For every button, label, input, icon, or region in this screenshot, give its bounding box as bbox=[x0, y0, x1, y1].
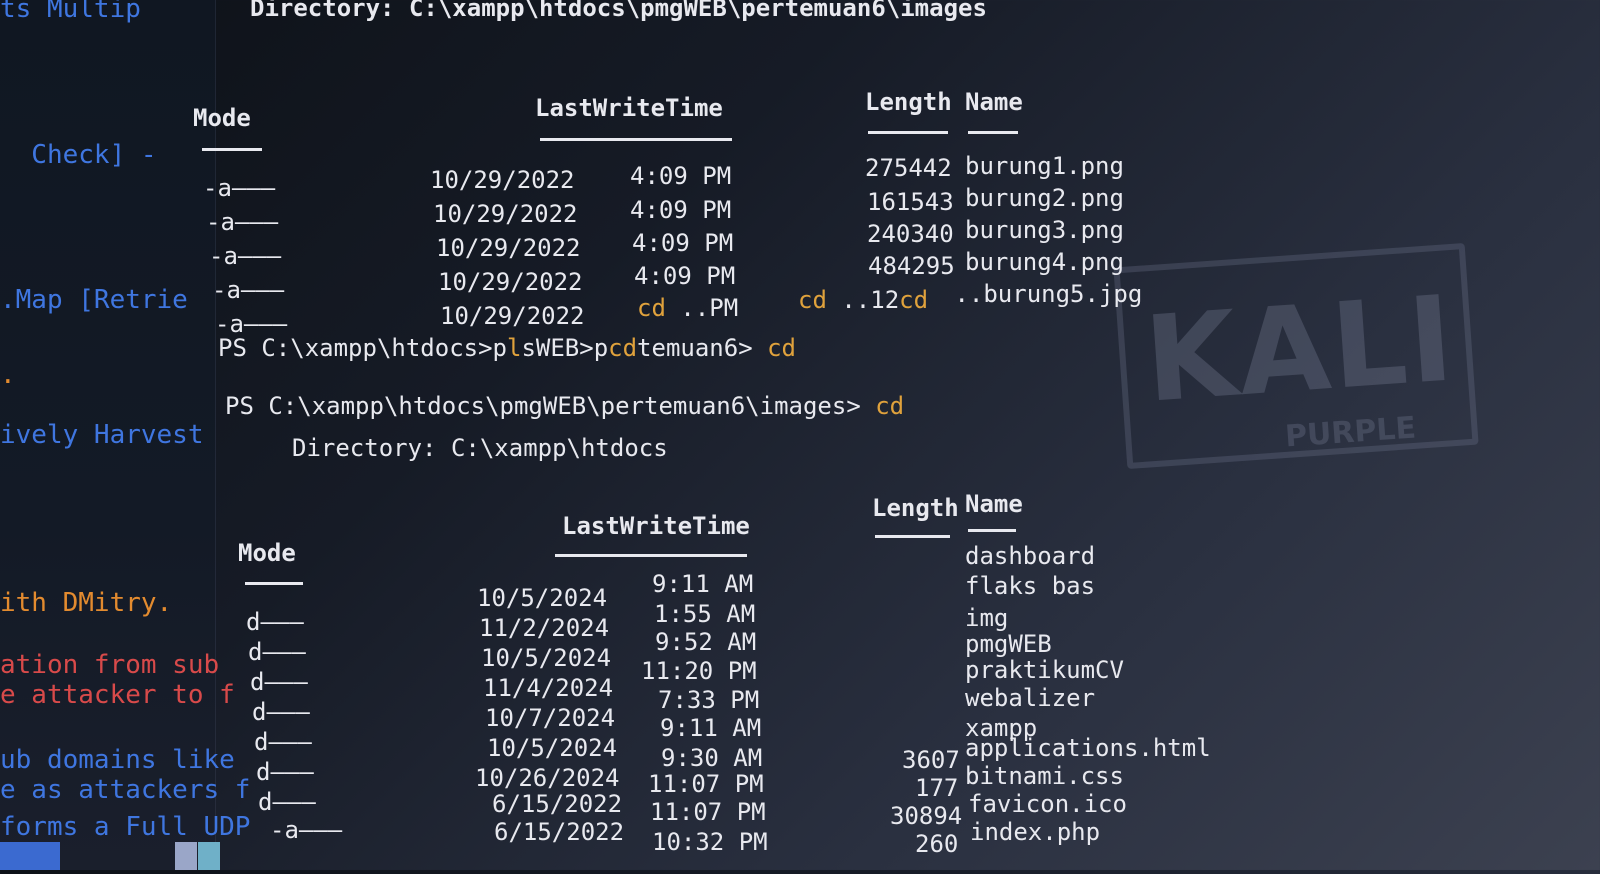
row-mode: d——— bbox=[258, 788, 316, 816]
directory-header: Directory: C:\xampp\htdocs bbox=[292, 434, 668, 462]
row-mode: -a——— bbox=[212, 276, 285, 304]
row-date: 6/15/2022 bbox=[492, 790, 623, 818]
col-header-name: Name bbox=[965, 88, 1023, 116]
bg-line: Check] - bbox=[0, 140, 157, 170]
row-date: 10/29/2022 bbox=[433, 200, 578, 228]
row-time: 11:07 PM bbox=[650, 798, 766, 826]
row-name: webalizer bbox=[965, 684, 1096, 712]
row-name: burung2.png bbox=[965, 184, 1124, 212]
bg-line: .Map [Retrie bbox=[0, 285, 188, 315]
row-date: 10/29/2022 bbox=[436, 234, 581, 262]
col-header-length: Length bbox=[872, 494, 959, 522]
row-name: img bbox=[965, 604, 1009, 632]
row-time: 9:52 AM bbox=[655, 628, 757, 656]
row-length: cd ..12cd bbox=[798, 286, 929, 314]
col-header-length: Length bbox=[865, 88, 952, 116]
row-mode: d——— bbox=[248, 638, 306, 666]
header-underline bbox=[555, 554, 747, 557]
row-length: 177 bbox=[915, 774, 959, 802]
col-header-mode: Mode bbox=[193, 104, 251, 132]
row-date: 10/26/2024 bbox=[475, 764, 620, 792]
row-time: 4:09 PM bbox=[630, 162, 732, 190]
directory-header: Directory: C:\xampp\htdocs\pmgWEB\pertem… bbox=[250, 0, 987, 22]
row-name: flaks bas bbox=[965, 572, 1096, 600]
bg-line: ts Multip bbox=[0, 0, 141, 24]
row-length: 275442 bbox=[865, 154, 952, 182]
row-date: 10/29/2022 bbox=[438, 268, 583, 296]
col-header-lastwritetime: LastWriteTime bbox=[535, 94, 723, 122]
row-time: 11:07 PM bbox=[648, 770, 764, 798]
row-date: 10/29/2022 bbox=[430, 166, 575, 194]
row-mode: -a——— bbox=[203, 174, 276, 202]
row-time: 4:09 PM bbox=[634, 262, 736, 290]
bg-line: ively Harvest bbox=[0, 420, 204, 450]
row-time: 1:55 AM bbox=[654, 600, 756, 628]
row-mode: d——— bbox=[256, 758, 314, 786]
col-header-lastwritetime: LastWriteTime bbox=[562, 512, 750, 540]
row-length: 240340 bbox=[867, 220, 954, 248]
header-underline bbox=[968, 529, 1016, 532]
background-terminal-pane: ts Multip Check] - .Map [Retrie . ively … bbox=[0, 0, 250, 870]
row-name: dashboard bbox=[965, 542, 1096, 570]
row-mode: -a——— bbox=[209, 242, 282, 270]
row-date: 10/5/2024 bbox=[481, 644, 612, 672]
row-time: 9:11 AM bbox=[652, 570, 754, 598]
row-name: burung1.png bbox=[965, 152, 1124, 180]
row-time: 9:30 AM bbox=[661, 744, 763, 772]
row-mode: d——— bbox=[254, 728, 312, 756]
row-time: 7:33 PM bbox=[658, 686, 760, 714]
bg-line: ith DMitry. bbox=[0, 588, 173, 618]
header-underline bbox=[202, 148, 262, 151]
header-underline bbox=[875, 535, 950, 538]
prompt-line[interactable]: PS C:\xampp\htdocs\pmgWEB\pertemuan6\ima… bbox=[225, 392, 904, 420]
prompt-line[interactable]: PS C:\xampp\htdocs>plsWEB>pcdtemuan6> cd bbox=[218, 334, 796, 362]
row-mode: d——— bbox=[252, 698, 310, 726]
row-date: 10/5/2024 bbox=[477, 584, 608, 612]
row-name: ..burung5.jpg bbox=[940, 280, 1143, 308]
col-header-name: Name bbox=[965, 490, 1023, 518]
bg-line: . bbox=[0, 360, 16, 390]
row-date: 11/2/2024 bbox=[479, 614, 610, 642]
row-time: 4:09 PM bbox=[632, 229, 734, 257]
row-time: 9:11 AM bbox=[660, 714, 762, 742]
row-mode: d——— bbox=[250, 668, 308, 696]
row-name: bitnami.css bbox=[965, 762, 1124, 790]
row-length: 30894 bbox=[890, 802, 963, 830]
row-date: 6/15/2022 bbox=[494, 818, 625, 846]
powershell-terminal[interactable]: Directory: C:\xampp\htdocs\pmgWEB\pertem… bbox=[193, 0, 1600, 874]
row-length: 3607 bbox=[902, 746, 960, 774]
row-date: 11/4/2024 bbox=[483, 674, 614, 702]
color-swatch bbox=[175, 842, 197, 870]
header-underline bbox=[540, 138, 732, 141]
row-time: cd ..PM bbox=[637, 294, 739, 322]
row-mode: d——— bbox=[246, 608, 304, 636]
row-length: 484295 bbox=[868, 252, 955, 280]
row-length: 260 bbox=[915, 830, 959, 858]
row-name: index.php bbox=[970, 818, 1101, 846]
row-mode: -a——— bbox=[206, 208, 279, 236]
header-underline bbox=[868, 131, 948, 134]
row-date: 10/7/2024 bbox=[485, 704, 616, 732]
row-name: pmgWEB bbox=[965, 630, 1052, 658]
row-mode: -a——— bbox=[270, 816, 343, 844]
row-name: applications.html bbox=[965, 734, 1211, 762]
row-name: favicon.ico bbox=[968, 790, 1127, 818]
bg-line: ation from sub bbox=[0, 650, 220, 680]
row-date: 10/5/2024 bbox=[487, 734, 618, 762]
row-length: 161543 bbox=[867, 188, 954, 216]
row-time: 10:32 PM bbox=[652, 828, 768, 856]
row-date: 10/29/2022 bbox=[440, 302, 585, 330]
row-time: 4:09 PM bbox=[630, 196, 732, 224]
row-name: burung3.png bbox=[965, 216, 1124, 244]
row-name: praktikumCV bbox=[965, 656, 1124, 684]
row-name: burung4.png bbox=[965, 248, 1124, 276]
color-swatch bbox=[0, 842, 60, 870]
header-underline bbox=[245, 582, 303, 585]
col-header-mode: Mode bbox=[238, 539, 296, 567]
row-time: 11:20 PM bbox=[641, 657, 757, 685]
header-underline bbox=[968, 131, 1018, 134]
